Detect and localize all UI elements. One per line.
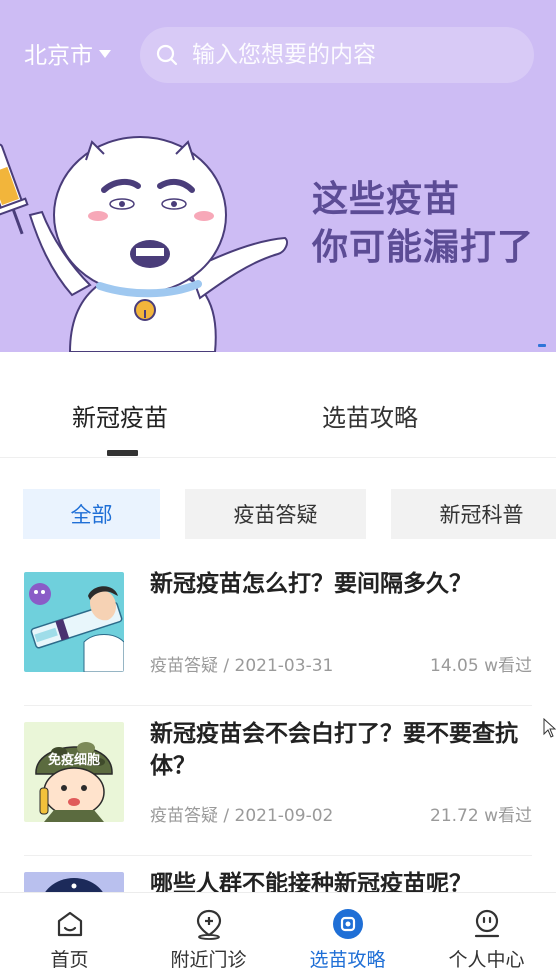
nav-vaccine-guide[interactable]: 选苗攻略 — [278, 893, 417, 978]
active-tab-indicator — [107, 450, 138, 456]
thumb-text: 免疫细胞 — [48, 752, 100, 768]
immune-cell-soldier-illustration: 免疫细胞 — [24, 722, 124, 822]
guide-icon — [331, 907, 365, 941]
filter-chips: 全部 疫苗答疑 新冠科普 — [0, 488, 556, 540]
article-title[interactable]: 新冠疫苗怎么打？要间隔多久？ — [150, 568, 530, 600]
nav-home-label: 首页 — [50, 949, 89, 971]
user-icon — [470, 907, 504, 941]
article-meta: 疫苗答疑 / 2021-03-31 — [150, 656, 334, 676]
home-icon — [53, 907, 87, 941]
article-title[interactable]: 哪些人群不能接种新冠疫苗呢？ — [150, 868, 530, 892]
article-title[interactable]: 新冠疫苗会不会白打了？要不要查抗体？ — [150, 718, 530, 782]
nav-profile-label: 个人中心 — [448, 949, 525, 971]
dark-illustration — [24, 872, 124, 892]
list-item[interactable]: 免疫细胞 新冠疫苗会不会白打了？要不要查抗体？ 疫苗答疑 / 2021-09-0… — [24, 706, 532, 856]
bottom-nav: 首页 附近门诊 选苗攻略 个人中心 — [0, 892, 556, 978]
chip-vaccine-qa[interactable]: 疫苗答疑 — [185, 489, 366, 539]
mouse-cursor-icon — [543, 718, 556, 738]
article-views: 21.72 w看过 — [430, 806, 532, 826]
cartoon-cat-illustration — [0, 136, 288, 352]
banner-headline: 这些疫苗 你可能漏打了 — [312, 176, 534, 272]
caret-down-icon — [99, 50, 111, 58]
article-thumbnail — [24, 572, 124, 672]
nav-home[interactable]: 首页 — [0, 893, 139, 978]
article-thumbnail: 免疫细胞 — [24, 722, 124, 822]
article-thumbnail — [24, 872, 124, 892]
tab-vaccine-guide[interactable]: 选苗攻略 — [322, 398, 418, 433]
city-selector[interactable]: 北京市 — [24, 36, 111, 70]
banner-headline-line1: 这些疫苗 — [312, 179, 461, 220]
search-icon — [156, 44, 178, 66]
nav-profile[interactable]: 个人中心 — [417, 893, 556, 978]
banner-pagination-dot[interactable] — [538, 344, 546, 347]
banner-headline-line2: 你可能漏打了 — [312, 227, 535, 268]
chip-all[interactable]: 全部 — [23, 489, 160, 539]
nav-vaccine-guide-label: 选苗攻略 — [309, 949, 386, 971]
tab-covid-vaccine[interactable]: 新冠疫苗 — [72, 398, 168, 433]
city-label: 北京市 — [24, 43, 93, 69]
banner[interactable]: 北京市 输入您想要的内容 这些疫苗 你可能漏打了 — [0, 0, 556, 352]
article-list: 新冠疫苗怎么打？要间隔多久？ 疫苗答疑 / 2021-03-31 14.05 w… — [0, 556, 556, 892]
vaccine-syringe-illustration — [24, 572, 124, 672]
article-meta: 疫苗答疑 / 2021-09-02 — [150, 806, 334, 826]
main-tabs: 新冠疫苗 选苗攻略 — [0, 352, 556, 458]
list-item[interactable]: 新冠疫苗怎么打？要间隔多久？ 疫苗答疑 / 2021-03-31 14.05 w… — [24, 556, 532, 706]
nav-nearby-clinic[interactable]: 附近门诊 — [139, 893, 278, 978]
search-input[interactable] — [192, 42, 512, 68]
nav-nearby-clinic-label: 附近门诊 — [170, 949, 247, 971]
location-icon — [192, 907, 226, 941]
chip-covid-science[interactable]: 新冠科普 — [391, 489, 556, 539]
article-views: 14.05 w看过 — [430, 656, 532, 676]
search-bar[interactable] — [140, 27, 534, 83]
list-item[interactable]: 哪些人群不能接种新冠疫苗呢？ — [24, 856, 532, 892]
